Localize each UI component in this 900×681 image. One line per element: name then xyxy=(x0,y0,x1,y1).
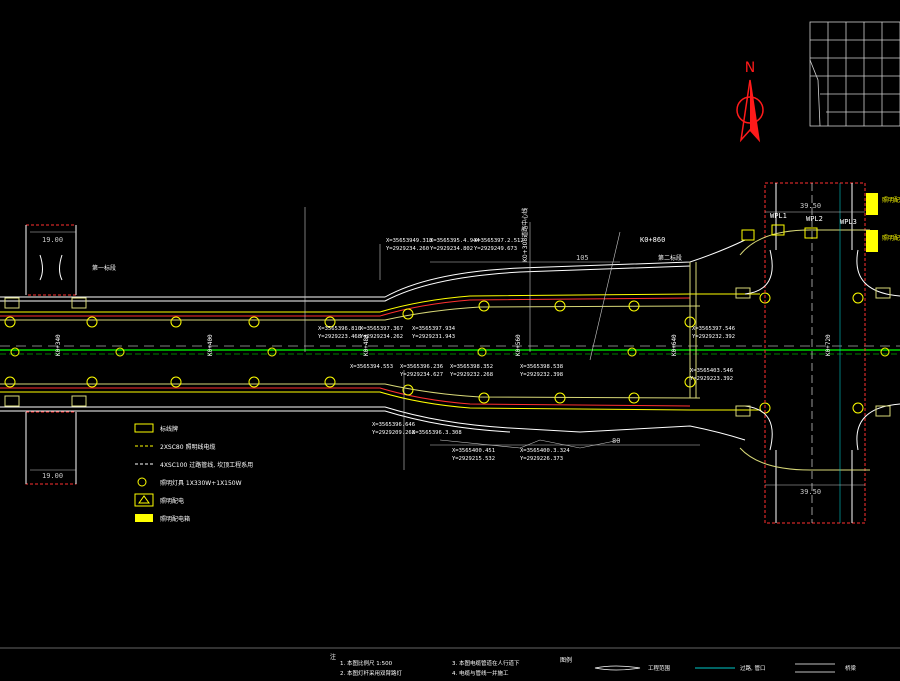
legend-symbol xyxy=(134,423,154,433)
coordinate-label: Y=2929234.262 xyxy=(360,334,403,340)
svg-text:K0+640: K0+640 xyxy=(671,334,678,356)
legend-item: 照明灯具 1X330W+1X150W xyxy=(137,477,242,487)
coordinate-label: Y=2929231.943 xyxy=(412,334,455,340)
location-map xyxy=(809,21,900,127)
legend-symbol xyxy=(134,493,154,507)
legend-label: 照明配电箱 xyxy=(160,515,190,523)
coordinate-label: X=3565400.451 xyxy=(452,448,495,454)
svg-text:2. 本图灯杆采用双臂路灯: 2. 本图灯杆采用双臂路灯 xyxy=(340,669,402,677)
legend: 标线牌 2XSC80 照明线电缆 4XSC100 过路管线, 坎顶工程系用照明灯具 … xyxy=(134,423,253,523)
coordinate-label: Y=2929209.268 xyxy=(372,430,415,436)
svg-text:桥梁: 桥梁 xyxy=(845,664,857,672)
svg-text:过路, 管口: 过路, 管口 xyxy=(740,664,766,672)
legend-label: 2XSC80 照明线电缆 xyxy=(160,443,215,451)
north-label: N xyxy=(745,60,755,76)
dim-top-right: 39.50 xyxy=(800,202,821,210)
coordinate-label: X=3565396.3.308 xyxy=(412,430,462,436)
coordinate-label: X=3565397.546 xyxy=(692,326,735,332)
footer-note-title: 注 xyxy=(330,653,336,661)
coordinate-label: X=3565400.3.324 xyxy=(520,448,570,454)
svg-text:K0+560: K0+560 xyxy=(515,334,522,356)
coordinate-label: Y=2929223.392 xyxy=(690,376,733,382)
dim-bottom-right: 39.50 xyxy=(800,488,821,496)
legend-symbol xyxy=(137,477,147,487)
legend-item: 照明配电 xyxy=(134,493,184,507)
coordinate-label: X=3565398.352 xyxy=(450,364,493,370)
svg-text:WPL2: WPL2 xyxy=(806,215,823,223)
svg-text:K0+340: K0+340 xyxy=(55,334,62,356)
legend-label: 照明配电 xyxy=(160,497,184,505)
left-cross-road xyxy=(25,224,77,485)
dim-80: 80 xyxy=(612,437,620,445)
coordinate-label: X=3565394.553 xyxy=(350,364,393,370)
lamp-row-top xyxy=(4,292,864,328)
kp-label: K0+860 xyxy=(640,236,665,244)
coordinate-label: X=3565398.538 xyxy=(520,364,563,370)
coordinate-label: Y=2929232.268 xyxy=(450,372,493,378)
coordinate-label: X=3565397.2.512 xyxy=(474,238,524,244)
coordinate-label: X=3565403.546 xyxy=(690,368,733,374)
svg-text:照明配电箱: 照明配电箱 xyxy=(882,196,900,204)
svg-text:1. 本图比例尺 1:500: 1. 本图比例尺 1:500 xyxy=(340,659,393,667)
svg-text:K0+720: K0+720 xyxy=(825,334,832,356)
coordinate-label: Y=2929234.802 xyxy=(430,246,473,252)
coordinate-label: Y=2929215.532 xyxy=(452,456,495,462)
coordinate-label: Y=2929234.627 xyxy=(400,372,443,378)
svg-text:3. 本图电缆管道在人行道下: 3. 本图电缆管道在人行道下 xyxy=(452,659,520,667)
coordinate-label: Y=2929223.468 xyxy=(318,334,361,340)
dim-top-left: 19.00 xyxy=(42,236,63,244)
lamp-row-center xyxy=(10,347,890,357)
coordinate-label: Y=2929226.373 xyxy=(520,456,563,462)
coordinate-label: Y=2929232.392 xyxy=(692,334,735,340)
coordinate-label: X=3565396.236 xyxy=(400,364,443,370)
coordinate-label: X=3565397.934 xyxy=(412,326,456,332)
legend-item: 照明配电箱 xyxy=(135,514,190,523)
left-note: 第一标段 xyxy=(92,264,116,272)
svg-text:WPL3: WPL3 xyxy=(840,218,857,226)
footer: 注 1. 本图比例尺 1:500 2. 本图灯杆采用双臂路灯 3. 本图电缆管道… xyxy=(0,647,900,677)
svg-text:工程范围: 工程范围 xyxy=(648,664,671,672)
svg-text:WPL1: WPL1 xyxy=(770,212,787,220)
legend-item: 2XSC80 照明线电缆 xyxy=(135,443,215,451)
footer-legend-title: 图例 xyxy=(560,656,572,664)
vert-text: K0+308道路中心线 xyxy=(521,208,529,262)
coordinate-label: X=3565396.810 xyxy=(318,326,361,332)
dim-105: 105 xyxy=(576,254,589,262)
coordinate-label: X=3565396.646 xyxy=(372,422,415,428)
legend-item: 标线牌 xyxy=(134,423,178,433)
legend-item: 4XSC100 过路管线, 坎顶工程系用 xyxy=(135,461,253,469)
legend-label: 标线牌 xyxy=(160,425,178,433)
legend-label: 照明灯具 1X330W+1X150W xyxy=(160,479,242,487)
coordinate-label: X=35653949.318 xyxy=(386,238,432,244)
coordinate-label: Y=2929232.398 xyxy=(520,372,563,378)
svg-text:4. 电缆与管线一并施工: 4. 电缆与管线一并施工 xyxy=(452,669,509,677)
svg-text:照明配电箱: 照明配电箱 xyxy=(882,234,900,242)
lane-lines xyxy=(0,293,760,411)
coordinate-label: Y=2929249.673 xyxy=(474,246,517,252)
coordinate-label: Y=2929234.260 xyxy=(386,246,429,252)
coordinate-label: X=3565395.4.944 xyxy=(430,238,480,244)
lamp-row-bottom xyxy=(4,376,864,414)
coordinate-label: X=3565397.367 xyxy=(360,326,403,332)
legend-symbol xyxy=(135,514,153,522)
right-note: 第二标段 xyxy=(658,254,682,262)
svg-text:K0+400: K0+400 xyxy=(207,334,214,356)
legend-label: 4XSC100 过路管线, 坎顶工程系用 xyxy=(160,461,253,469)
cad-drawing: N K0+340 K0+400 K0+480 K0+560 K0+640 K0+… xyxy=(0,21,900,677)
north-arrow-icon: N xyxy=(736,60,764,143)
dim-bottom-left: 19.00 xyxy=(42,472,63,480)
